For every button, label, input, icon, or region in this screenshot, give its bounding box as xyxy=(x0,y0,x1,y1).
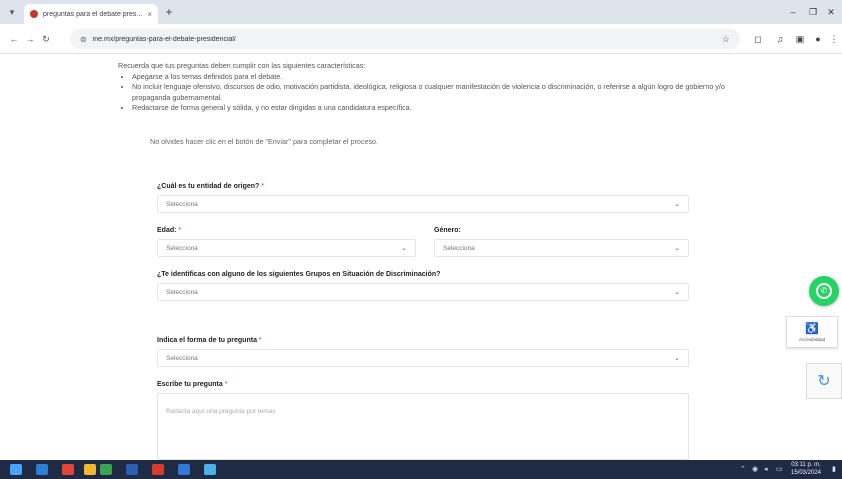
maximize-button[interactable]: ❐ xyxy=(804,4,822,20)
reload-icon[interactable]: ↻ xyxy=(40,33,52,45)
pregunta-label: Escribe tu pregunta * xyxy=(157,381,228,388)
site-info-icon[interactable]: ⊜ xyxy=(80,35,87,44)
app-icon[interactable] xyxy=(126,464,138,475)
network-icon[interactable]: ◉ xyxy=(752,465,758,473)
genero-label: Género: xyxy=(434,227,461,234)
browser-tab[interactable]: preguntas para el debate pres... × xyxy=(24,4,158,24)
close-window-button[interactable]: ✕ xyxy=(822,4,840,20)
media-icon[interactable]: ♫ xyxy=(774,33,786,45)
edad-label: Edad: * xyxy=(157,227,182,234)
requirements-text: Recuerda que tus preguntas deben cumplir… xyxy=(118,61,738,114)
app-icon[interactable] xyxy=(100,464,112,475)
recaptcha-badge[interactable]: ↻ xyxy=(806,363,842,399)
required-mark: * xyxy=(178,227,182,234)
forma-label: Indica el forma de tu pregunta * xyxy=(157,337,262,344)
pregunta-placeholder: Redacta aquí una pregunta por temas xyxy=(166,408,276,415)
tab-close-icon[interactable]: × xyxy=(147,10,152,19)
forward-icon[interactable]: → xyxy=(24,33,36,45)
volume-icon[interactable]: ◂ xyxy=(764,465,768,473)
new-tab-button[interactable]: + xyxy=(163,6,175,18)
requirements-list: Apegarse a los temas definidos para el d… xyxy=(132,72,738,114)
battery-icon[interactable]: ▭ xyxy=(776,465,783,473)
grupo-select-value: Selecciona xyxy=(166,288,198,296)
tab-title: preguntas para el debate pres... xyxy=(43,10,143,18)
app-icon[interactable] xyxy=(178,464,190,475)
entidad-label: ¿Cuál es tu entidad de origen? * xyxy=(157,183,264,190)
accessibility-label: Accesibilidad xyxy=(798,336,826,342)
favicon-icon xyxy=(30,10,38,18)
clock-time: 03:11 p. m. xyxy=(791,462,821,468)
requirements-lead: Recuerda que tus preguntas deben cumplir… xyxy=(118,61,366,70)
edad-select[interactable]: Selecciona ⌄ xyxy=(157,239,416,257)
whatsapp-icon: ✆ xyxy=(816,283,832,299)
pregunta-textarea[interactable]: Redacta aquí una pregunta por temas xyxy=(157,393,689,460)
app-icon[interactable] xyxy=(152,464,164,475)
chevron-down-icon: ⌄ xyxy=(674,355,680,362)
chevron-down-icon: ⌄ xyxy=(674,289,680,296)
accessibility-icon: ♿ xyxy=(805,322,819,335)
grupo-label: ¿Te identificas con alguno de los siguie… xyxy=(157,271,441,278)
required-mark: * xyxy=(258,337,262,344)
menu-icon[interactable]: ⋮ xyxy=(828,33,840,45)
extension-icon[interactable]: ◻ xyxy=(752,33,764,45)
forma-select[interactable]: Selecciona ⌄ xyxy=(157,349,689,367)
genero-select-value: Selecciona xyxy=(443,244,475,252)
chevron-down-icon: ⌄ xyxy=(401,245,407,252)
app-icon[interactable] xyxy=(204,464,216,475)
accessibility-widget[interactable]: ♿ Accesibilidad xyxy=(786,316,838,348)
address-url: ine.mx/preguntas-para-el-debate-presiden… xyxy=(92,35,236,43)
start-icon[interactable] xyxy=(10,464,22,475)
browser-toolbar: ← → ↻ ⊜ ine.mx/preguntas-para-el-debate-… xyxy=(0,24,842,54)
taskbar-clock[interactable]: 03:11 p. m. 15/03/2024 xyxy=(786,461,826,477)
clock-date: 15/03/2024 xyxy=(790,470,822,476)
tray-chevron-icon[interactable]: ⌃ xyxy=(740,465,746,473)
profile-icon[interactable]: ● xyxy=(812,33,824,45)
back-icon[interactable]: ← xyxy=(8,33,20,45)
grupo-select[interactable]: Selecciona ⌄ xyxy=(157,283,689,301)
submit-hint: No olvides hacer clic en el botón de "En… xyxy=(150,137,379,146)
forma-select-value: Selecciona xyxy=(166,354,198,362)
requirement-item: Apegarse a los temas definidos para el d… xyxy=(132,72,738,83)
genero-select[interactable]: Selecciona ⌄ xyxy=(434,239,689,257)
required-mark: * xyxy=(261,183,264,190)
tab-search-icon[interactable]: ▾ xyxy=(6,6,18,18)
bookmark-star-icon[interactable]: ☆ xyxy=(722,34,730,45)
entidad-select-value: Selecciona xyxy=(166,200,198,208)
chevron-down-icon: ⌄ xyxy=(674,201,680,208)
search-icon[interactable] xyxy=(36,464,48,475)
chrome-icon[interactable] xyxy=(62,464,74,475)
minimize-button[interactable]: – xyxy=(784,4,802,20)
file-explorer-icon[interactable] xyxy=(84,464,96,475)
required-mark: * xyxy=(224,381,228,388)
edad-select-value: Selecciona xyxy=(166,244,198,252)
address-bar[interactable]: ⊜ ine.mx/preguntas-para-el-debate-presid… xyxy=(70,29,740,49)
notifications-icon[interactable]: ▮ xyxy=(832,465,836,473)
sidepanel-icon[interactable]: ▣ xyxy=(794,33,806,45)
chevron-down-icon: ⌄ xyxy=(674,245,680,252)
entidad-select[interactable]: Selecciona ⌄ xyxy=(157,195,689,213)
page-content: Recuerda que tus preguntas deben cumplir… xyxy=(0,55,842,460)
os-taskbar: ⌃ ◉ ◂ ▭ 03:11 p. m. 15/03/2024 ▮ xyxy=(0,460,842,479)
requirement-item: Redactarse de forma general y sólida, y … xyxy=(132,103,738,114)
browser-tab-bar: ▾ preguntas para el debate pres... × + –… xyxy=(0,0,842,24)
requirement-item: No incluir lenguaje ofensivo, discursos … xyxy=(132,82,738,103)
whatsapp-button[interactable]: ✆ xyxy=(809,276,839,306)
recaptcha-icon: ↻ xyxy=(817,373,831,390)
